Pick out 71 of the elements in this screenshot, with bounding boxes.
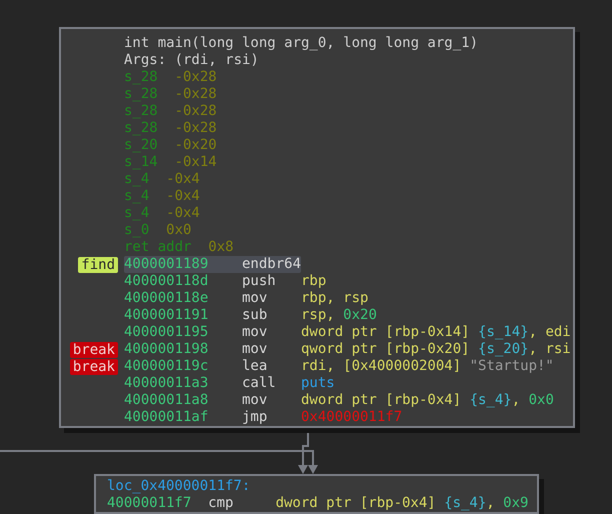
stack-var-name: s_28: [124, 86, 158, 103]
mnemonic-text: mov: [242, 392, 268, 409]
mnemonic-text: push: [242, 273, 277, 290]
stack-offset: 0x0: [166, 222, 192, 239]
operand-text: 0x40000011f7: [301, 409, 402, 426]
selection-highlight[interactable]: 4000001198 mov: [124, 341, 301, 358]
operand-text: rbp: [301, 273, 326, 290]
tag-badge: break: [70, 358, 118, 374]
header-text: Args: (rdi, rsi): [124, 52, 259, 69]
stack-offset: 0x8: [208, 239, 234, 256]
stack-var-name: s_28: [124, 120, 158, 137]
stack-offset: -0x4: [166, 188, 200, 205]
mnemonic-text: endbr64: [242, 256, 301, 273]
address-text: 400000118d: [124, 273, 210, 290]
selection-highlight[interactable]: 400000118e mov: [124, 290, 301, 307]
selection-highlight[interactable]: 40000011af jmp: [124, 409, 301, 426]
tag-badge: find: [78, 256, 118, 272]
selection-highlight[interactable]: 4000001191 sub: [124, 307, 301, 324]
block-label: loc_0x40000011f7:: [107, 478, 250, 495]
address-text: 4000001195: [124, 324, 210, 341]
stack-offset: -0x28: [174, 86, 217, 103]
selection-highlight[interactable]: 400000119c lea: [124, 358, 301, 375]
selection-highlight[interactable]: 40000011a3 call: [124, 375, 301, 392]
stack-var-name: s_20: [124, 137, 158, 154]
stack-offset: -0x28: [174, 120, 217, 137]
mnemonic-text: mov: [242, 324, 268, 341]
address-text: 4000001191: [124, 307, 210, 324]
stack-var-name: s_4: [124, 188, 150, 205]
selection-highlight[interactable]: 40000011a8 mov: [124, 392, 301, 409]
operand-text: rdi, [0x4000002004] "Startup!": [301, 358, 554, 375]
address-text: 400000119c: [124, 358, 210, 375]
address-text: 40000011a8: [124, 392, 210, 409]
operand-text: rsp, 0x20: [301, 307, 377, 324]
mnemonic-text: call: [242, 375, 277, 392]
operand-text: dword ptr [rbp-0x4] {s_4}, 0x0: [301, 392, 554, 409]
stack-offset: -0x28: [174, 69, 217, 86]
stack-offset: -0x4: [166, 205, 200, 222]
stack-offset: -0x20: [174, 137, 217, 154]
address-text: 400000118e: [124, 290, 210, 307]
address-text: 4000001198: [124, 341, 210, 358]
operand-text: puts: [301, 375, 335, 392]
selection-highlight[interactable]: 4000001189 endbr64: [124, 256, 301, 273]
selection-highlight[interactable]: 40000011f7 cmp: [107, 495, 276, 512]
address-text: 40000011f7: [107, 495, 192, 512]
operand-text: dword ptr [rbp-0x14] {s_14}, edi: [301, 324, 571, 341]
operand-text: rbp, rsp: [301, 290, 368, 307]
mnemonic-text: mov: [242, 341, 268, 358]
stack-offset: -0x28: [174, 103, 217, 120]
mnemonic-text: sub: [242, 307, 268, 324]
mnemonic-text: jmp: [242, 409, 268, 426]
stack-offset: -0x14: [174, 154, 217, 171]
stack-var-name: s_14: [124, 154, 158, 171]
stack-var-name: s_0: [124, 222, 150, 239]
tag-badge: break: [70, 342, 118, 358]
selection-highlight[interactable]: 400000118d push: [124, 273, 301, 290]
address-text: 40000011af: [124, 409, 210, 426]
stack-var-name: s_28: [124, 103, 158, 120]
mnemonic-text: cmp: [208, 495, 234, 512]
stack-var-name: s_4: [124, 171, 150, 188]
stack-var-name: ret addr: [124, 239, 192, 256]
mnemonic-text: mov: [242, 290, 268, 307]
stack-var-name: s_4: [124, 205, 150, 222]
stack-var-name: s_28: [124, 69, 158, 86]
header-text: int main(long long arg_0, long long arg_1): [124, 35, 478, 52]
mnemonic-text: lea: [242, 358, 268, 375]
stack-offset: -0x4: [166, 171, 200, 188]
operand-text: qword ptr [rbp-0x20] {s_20}, rsi: [301, 341, 571, 358]
operand-text: dword ptr [rbp-0x4] {s_4}, 0x9: [276, 495, 528, 512]
address-text: 4000001189: [124, 256, 210, 273]
address-text: 40000011a3: [124, 375, 210, 392]
selection-highlight[interactable]: 4000001195 mov: [124, 324, 301, 341]
